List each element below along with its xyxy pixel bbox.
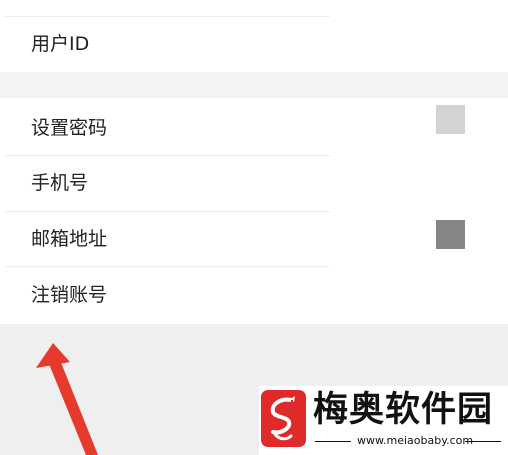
- dragon-logo-icon: [261, 390, 306, 447]
- watermark-url: www.meiaobaby.com: [357, 434, 474, 447]
- watermark-url-row: www.meiaobaby.com: [315, 433, 501, 449]
- watermark: 梅奥软件园 www.meiaobaby.com: [259, 386, 508, 455]
- url-line-left: [315, 441, 351, 442]
- url-line-right: [465, 441, 501, 442]
- watermark-brand-name: 梅奥软件园: [313, 390, 494, 430]
- settings-screen: 用户ID 设置密码 手机号 邮箱地址 注销账号 梅奥软件园 www.meiaob…: [0, 0, 508, 455]
